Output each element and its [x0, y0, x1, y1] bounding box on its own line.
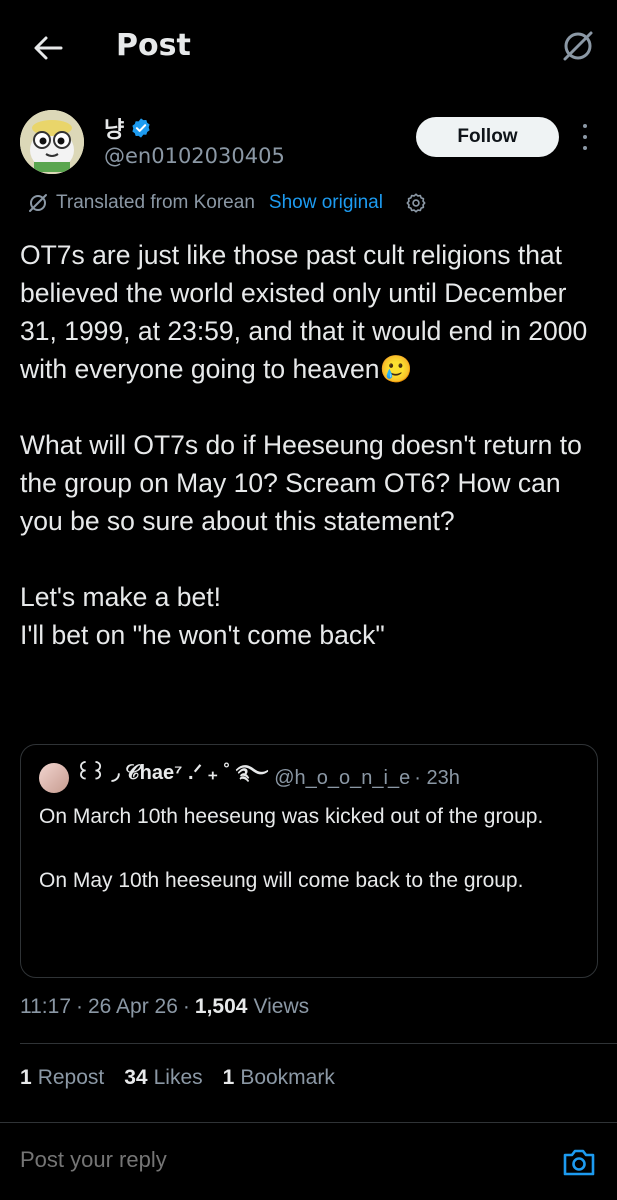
quoted-post-time: · 23h	[414, 766, 460, 789]
reposts-label: Repost	[37, 1066, 105, 1089]
reposts-count: 1	[20, 1066, 32, 1089]
page-title: Post	[116, 28, 191, 63]
author-row: 냥 @en0102030405 Follow	[0, 98, 617, 190]
reply-input[interactable]	[20, 1147, 520, 1173]
likes-stat[interactable]: 34 Likes	[124, 1066, 202, 1090]
reply-bar	[0, 1122, 617, 1200]
likes-count: 34	[124, 1066, 148, 1089]
follow-button[interactable]: Follow	[416, 117, 559, 157]
post-body: OT7s are just like those past cult relig…	[20, 236, 600, 654]
post-time: 11:17	[20, 995, 71, 1018]
author-name-text: 냥	[104, 118, 125, 143]
quoted-post-header: ꒰꒱ ◞ 𝒞hae⁷ .ᐟ ₊ ˚ ࿐ @h_o_o_n_i_e · 23h	[39, 762, 460, 793]
quoted-author-name: ꒰꒱ ◞ 𝒞hae⁷ .ᐟ ₊ ˚ ࿐	[75, 762, 269, 784]
divider	[20, 1043, 617, 1044]
top-bar: Post	[0, 0, 617, 98]
camera-icon[interactable]	[560, 1143, 598, 1181]
quoted-post-body: On March 10th heeseung was kicked out of…	[39, 801, 579, 897]
more-options-icon[interactable]	[574, 124, 596, 150]
quoted-author-avatar	[39, 763, 69, 793]
quoted-paragraph: On March 10th heeseung was kicked out of…	[39, 805, 544, 828]
author-display-name[interactable]: 냥	[104, 112, 152, 144]
translation-row: Translated from Korean Show original	[28, 189, 427, 217]
likes-label: Likes	[153, 1066, 203, 1089]
quoted-author-handle: @h_o_o_n_i_e	[274, 766, 411, 789]
author-handle[interactable]: @en0102030405	[104, 144, 285, 168]
views-count: 1,504	[194, 995, 248, 1018]
post-paragraph: Let's make a bet!	[20, 582, 221, 612]
post-meta: 11:17 · 26 Apr 26 · 1,504 Views	[20, 995, 310, 1019]
post-paragraph: OT7s are just like those past cult relig…	[20, 240, 588, 384]
bookmarks-label: Bookmark	[240, 1066, 335, 1089]
translation-settings-icon[interactable]	[405, 192, 427, 214]
grok-translate-icon	[29, 194, 47, 212]
author-avatar[interactable]	[20, 110, 84, 174]
show-original-link[interactable]: Show original	[269, 192, 383, 214]
post-date: 26 Apr 26	[88, 995, 178, 1018]
bookmarks-stat[interactable]: 1 Bookmark	[223, 1066, 335, 1090]
quoted-paragraph: On May 10th heeseung will come back to t…	[39, 869, 524, 892]
post-paragraph: I'll bet on "he won't come back"	[20, 620, 385, 650]
back-arrow-icon[interactable]	[28, 28, 68, 68]
post-paragraph: What will OT7s do if Heeseung doesn't re…	[20, 430, 582, 536]
translation-note: Translated from Korean	[56, 192, 255, 213]
engagement-stats: 1 Repost 34 Likes 1 Bookmark	[20, 1062, 355, 1094]
reposts-stat[interactable]: 1 Repost	[20, 1066, 104, 1090]
views-label[interactable]: Views	[253, 995, 309, 1019]
grok-icon[interactable]	[558, 26, 598, 66]
bookmarks-count: 1	[222, 1066, 235, 1089]
quoted-post-card[interactable]: ꒰꒱ ◞ 𝒞hae⁷ .ᐟ ₊ ˚ ࿐ @h_o_o_n_i_e · 23h O…	[20, 744, 598, 978]
verified-badge-icon	[132, 118, 150, 138]
